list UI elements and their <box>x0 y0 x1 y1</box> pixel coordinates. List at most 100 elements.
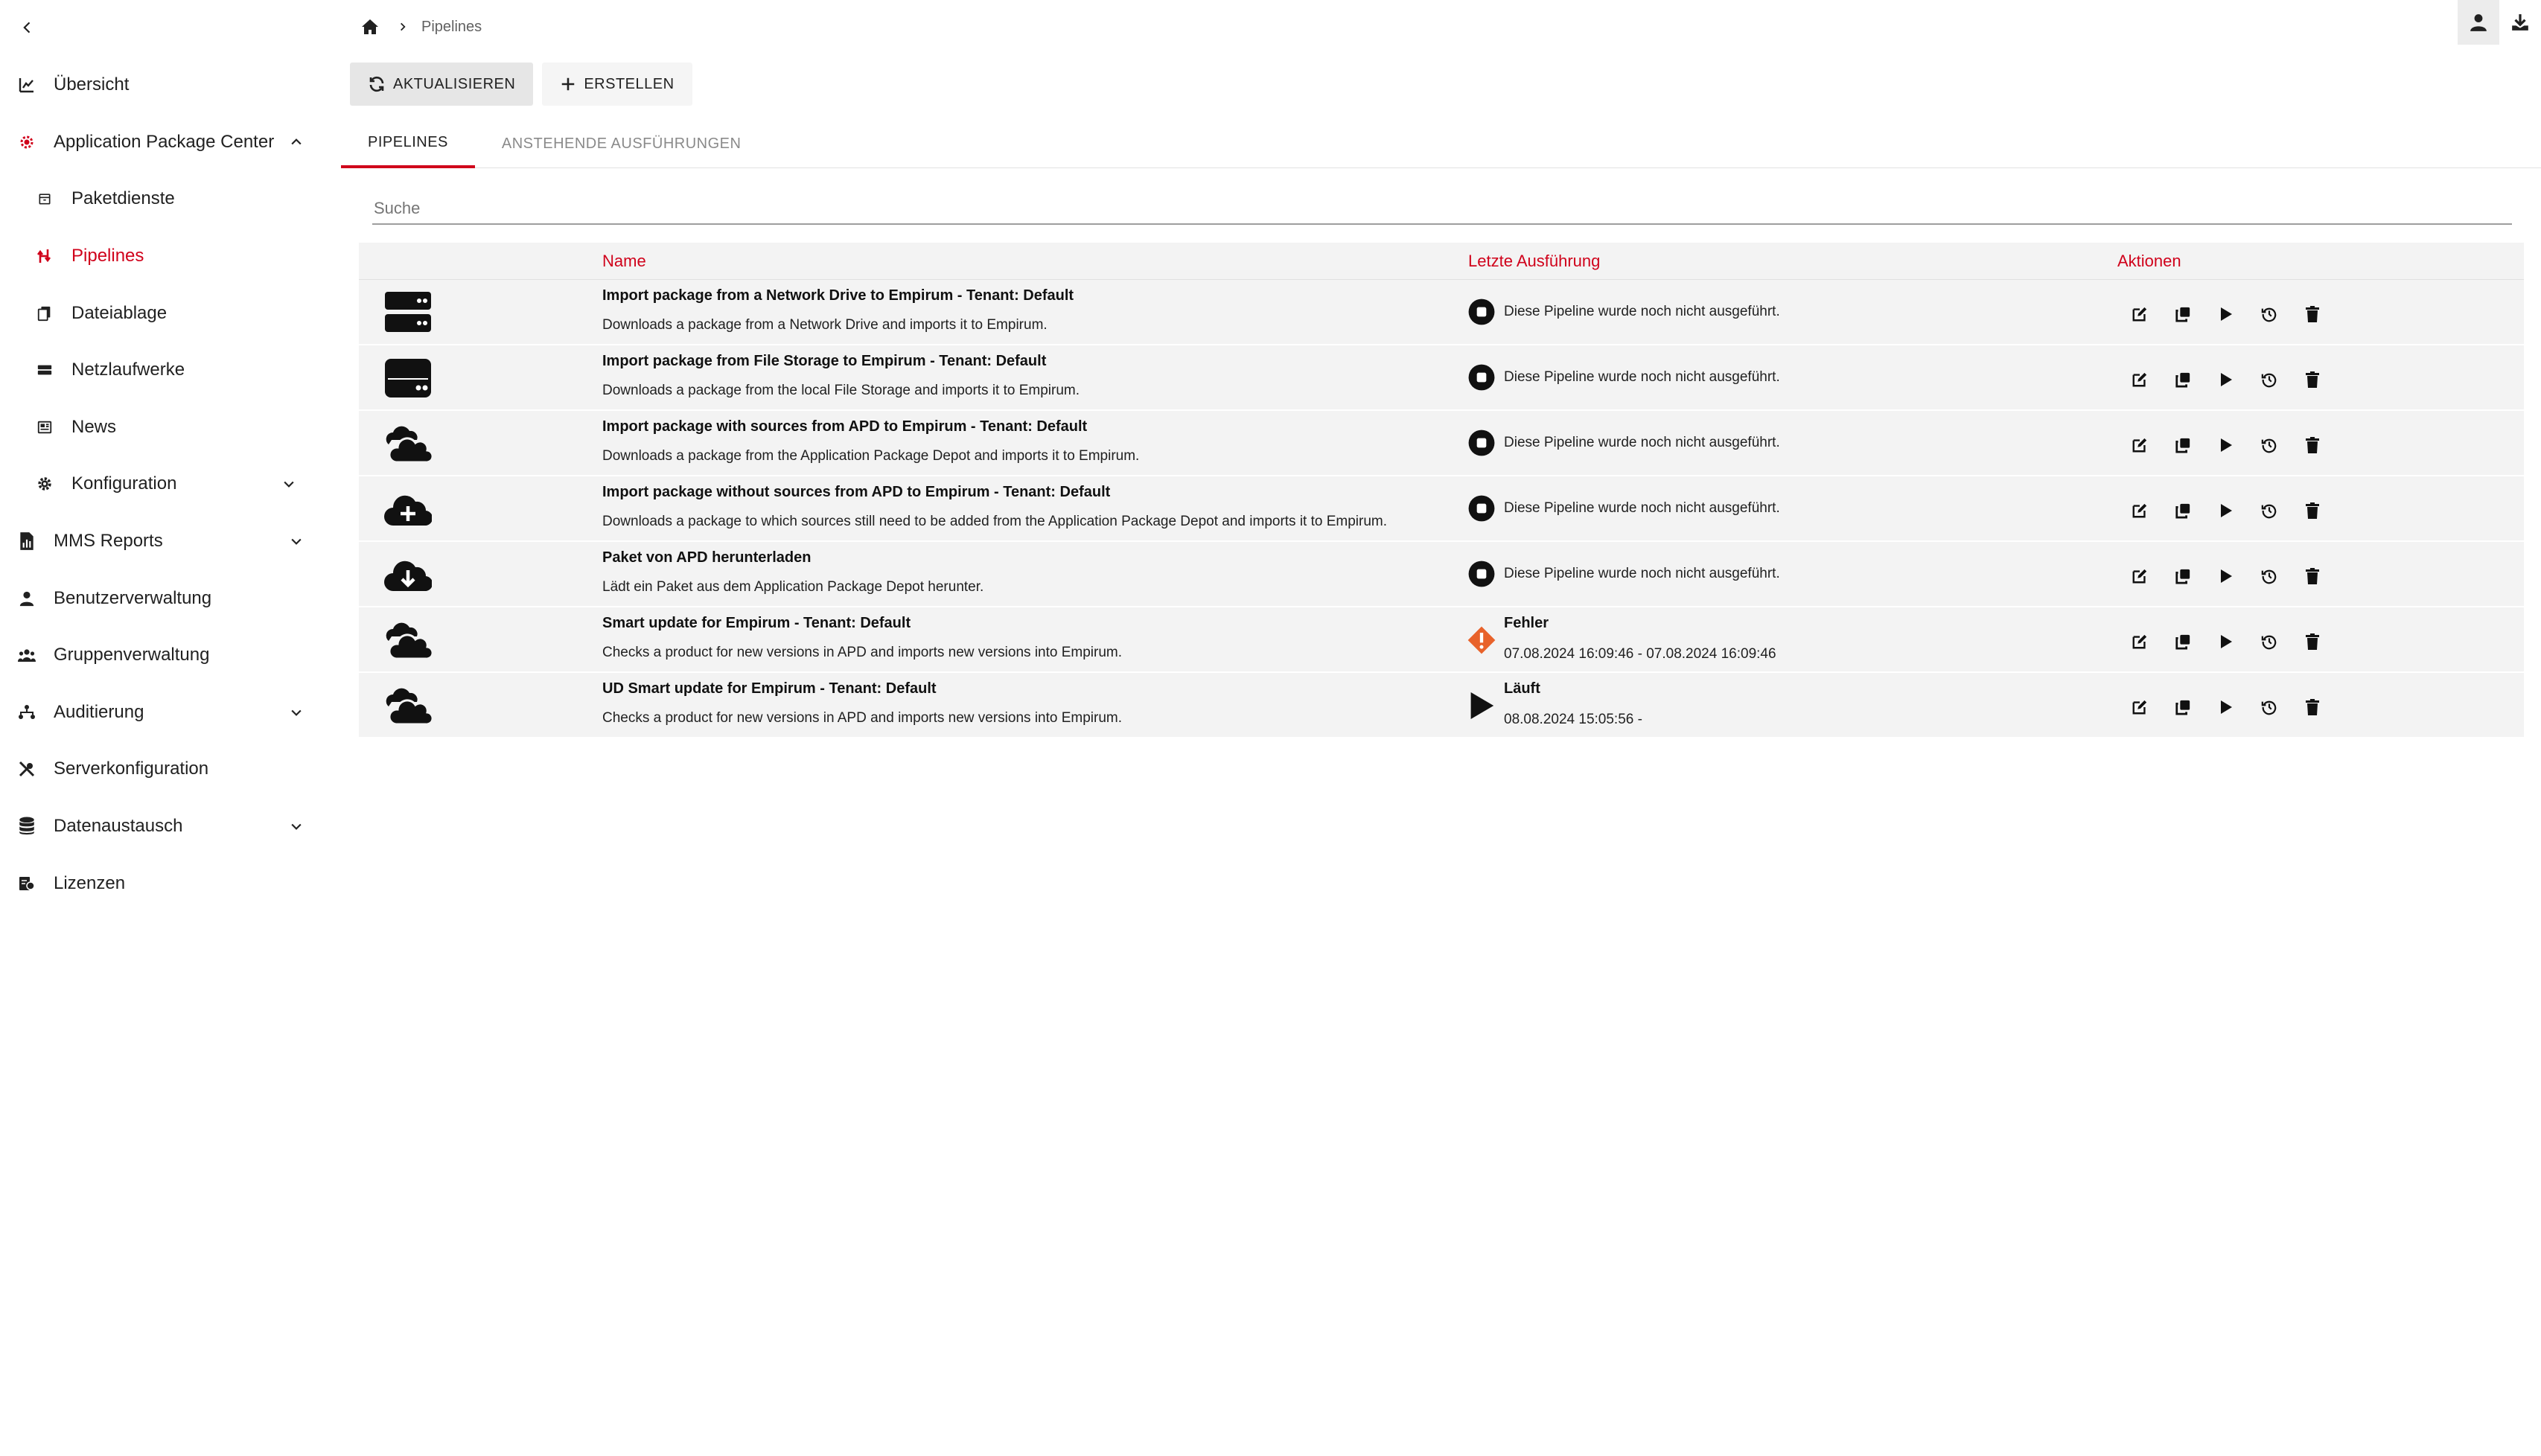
run-button[interactable] <box>2213 366 2239 393</box>
history-icon <box>2261 307 2277 322</box>
column-header-last-run[interactable]: Letzte Ausführung <box>1468 252 1600 271</box>
main-content: Pipelines AKTUALISIEREN ERSTELLEN PIPELI… <box>341 0 2541 1456</box>
server-icon <box>384 290 432 335</box>
delete-button[interactable] <box>2299 497 2326 524</box>
edit-button[interactable] <box>2126 628 2153 655</box>
table-row[interactable]: Import package from a Network Drive to E… <box>359 280 2524 345</box>
sidebar-item-netzlaufwerke[interactable]: Netzlaufwerke <box>0 342 334 399</box>
sidebar-item-label: MMS Reports <box>54 531 163 552</box>
duplicate-button[interactable] <box>2169 694 2196 721</box>
edit-icon <box>2132 503 2147 518</box>
newspaper-icon <box>34 417 55 438</box>
copy-icon <box>2175 307 2190 322</box>
history-button[interactable] <box>2256 563 2283 590</box>
delete-button[interactable] <box>2299 366 2326 393</box>
edit-button[interactable] <box>2126 366 2153 393</box>
sidebar-item-label: Pipelines <box>71 246 144 266</box>
edit-button[interactable] <box>2126 301 2153 328</box>
run-button[interactable] <box>2213 563 2239 590</box>
chevron-up-icon[interactable] <box>287 133 305 151</box>
history-button[interactable] <box>2256 432 2283 459</box>
hdd-icon <box>384 356 432 400</box>
edit-icon <box>2132 372 2147 387</box>
run-button[interactable] <box>2213 432 2239 459</box>
gear-icon <box>16 132 37 153</box>
delete-button[interactable] <box>2299 628 2326 655</box>
sidebar-item-mms-reports[interactable]: MMS Reports <box>0 513 334 570</box>
refresh-button[interactable]: AKTUALISIEREN <box>350 63 534 106</box>
table-row[interactable]: Smart update for Empirum - Tenant: Defau… <box>359 607 2524 673</box>
table-row[interactable]: UD Smart update for Empirum - Tenant: De… <box>359 673 2524 738</box>
chevron-down-icon[interactable] <box>287 817 305 835</box>
create-button[interactable]: ERSTELLEN <box>542 63 692 106</box>
edit-icon <box>2132 634 2147 649</box>
trash-icon <box>2306 371 2319 388</box>
sidebar-item-label: Datenaustausch <box>54 816 183 837</box>
stop-circle-icon <box>1467 559 1496 589</box>
duplicate-button[interactable] <box>2169 497 2196 524</box>
sidebar-item-datenaustausch[interactable]: Datenaustausch <box>0 798 334 855</box>
history-icon <box>2261 373 2277 388</box>
home-button[interactable] <box>359 16 381 38</box>
warning-diamond-icon <box>1467 625 1496 655</box>
pipeline-description: Checks a product for new versions in APD… <box>602 710 1123 726</box>
sidebar-item-paketdienste[interactable]: Paketdienste <box>0 170 334 228</box>
edit-button[interactable] <box>2126 694 2153 721</box>
duplicate-button[interactable] <box>2169 301 2196 328</box>
run-button[interactable] <box>2213 301 2239 328</box>
edit-button[interactable] <box>2126 432 2153 459</box>
delete-button[interactable] <box>2299 563 2326 590</box>
sidebar-item-label: News <box>71 416 117 437</box>
delete-button[interactable] <box>2299 301 2326 328</box>
stop-circle-icon <box>1467 297 1496 327</box>
search-input[interactable] <box>372 188 2512 225</box>
sidebar-item-uebersicht[interactable]: Übersicht <box>0 57 334 114</box>
column-header-name[interactable]: Name <box>602 252 646 271</box>
run-button[interactable] <box>2213 628 2239 655</box>
chevron-down-icon[interactable] <box>287 703 305 721</box>
sidebar-item-label: Auditierung <box>54 701 144 722</box>
table-row[interactable]: Import package without sources from APD … <box>359 476 2524 542</box>
sidebar-item-news[interactable]: News <box>0 399 334 456</box>
sidebar-item-konfiguration[interactable]: Konfiguration <box>0 456 334 513</box>
history-button[interactable] <box>2256 628 2283 655</box>
history-button[interactable] <box>2256 694 2283 721</box>
duplicate-button[interactable] <box>2169 432 2196 459</box>
sidebar-item-label: Lizenzen <box>54 872 126 893</box>
collapse-sidebar-button[interactable] <box>15 15 40 40</box>
delete-button[interactable] <box>2299 694 2326 721</box>
table-row[interactable]: Import package with sources from APD to … <box>359 411 2524 476</box>
sidebar-item-lizenzen[interactable]: Lizenzen <box>0 855 334 912</box>
edit-button[interactable] <box>2126 563 2153 590</box>
clouds-icon <box>384 683 432 728</box>
duplicate-button[interactable] <box>2169 563 2196 590</box>
tab-pending-runs[interactable]: ANSTEHENDE AUSFÜHRUNGEN <box>475 119 768 168</box>
cog-icon <box>34 473 55 494</box>
chevron-down-icon[interactable] <box>287 532 305 550</box>
sidebar-item-benutzerverwaltung[interactable]: Benutzerverwaltung <box>0 569 334 627</box>
sidebar-item-application-package-center[interactable]: Application Package Center <box>0 114 334 171</box>
history-button[interactable] <box>2256 301 2283 328</box>
run-button[interactable] <box>2213 497 2239 524</box>
delete-button[interactable] <box>2299 432 2326 459</box>
sidebar-item-serverkonfiguration[interactable]: Serverkonfiguration <box>0 741 334 798</box>
sidebar-item-label: Dateiablage <box>71 302 168 323</box>
sidebar-item-dateiablage[interactable]: Dateiablage <box>0 284 334 342</box>
chevron-down-icon[interactable] <box>280 475 298 493</box>
history-button[interactable] <box>2256 497 2283 524</box>
edit-button[interactable] <box>2126 497 2153 524</box>
pipeline-name: Import package without sources from APD … <box>602 484 1111 500</box>
table-row[interactable]: Paket von APD herunterladen Lädt ein Pak… <box>359 542 2524 607</box>
tab-pipelines[interactable]: PIPELINES <box>341 119 475 168</box>
edit-icon <box>2132 569 2147 584</box>
toolbar: AKTUALISIEREN ERSTELLEN <box>350 63 692 106</box>
sidebar-item-gruppenverwaltung[interactable]: Gruppenverwaltung <box>0 627 334 684</box>
table-row[interactable]: Import package from File Storage to Empi… <box>359 345 2524 411</box>
sidebar-item-auditierung[interactable]: Auditierung <box>0 684 334 741</box>
history-button[interactable] <box>2256 366 2283 393</box>
sidebar-item-pipelines[interactable]: Pipelines <box>0 228 334 285</box>
duplicate-button[interactable] <box>2169 366 2196 393</box>
row-actions <box>2126 432 2326 459</box>
duplicate-button[interactable] <box>2169 628 2196 655</box>
run-button[interactable] <box>2213 694 2239 721</box>
